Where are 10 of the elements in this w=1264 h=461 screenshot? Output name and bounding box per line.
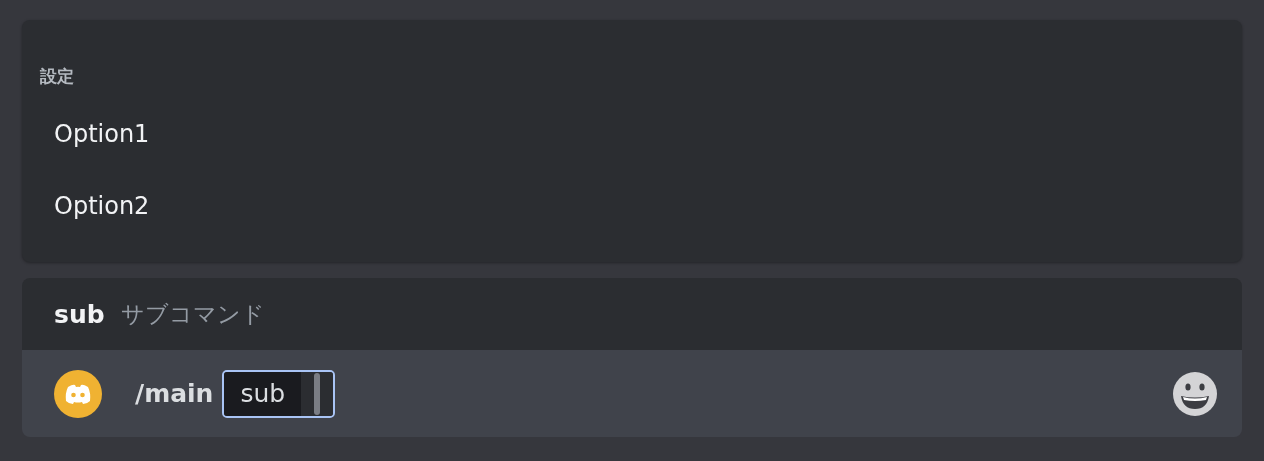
popup-title: 設定 bbox=[40, 66, 75, 86]
command-name: sub bbox=[54, 299, 105, 329]
option-field[interactable]: sub bbox=[222, 369, 336, 418]
smiley-icon[interactable] bbox=[1172, 370, 1218, 417]
command-description: サブコマンド bbox=[120, 299, 265, 329]
command-suggestion[interactable]: sub サブコマンド bbox=[22, 278, 1242, 350]
option-item[interactable]: Option2 bbox=[40, 188, 164, 224]
command-text: /main bbox=[135, 379, 214, 408]
bot-avatar-icon bbox=[54, 369, 102, 418]
option-item[interactable]: Option1 bbox=[40, 116, 164, 152]
